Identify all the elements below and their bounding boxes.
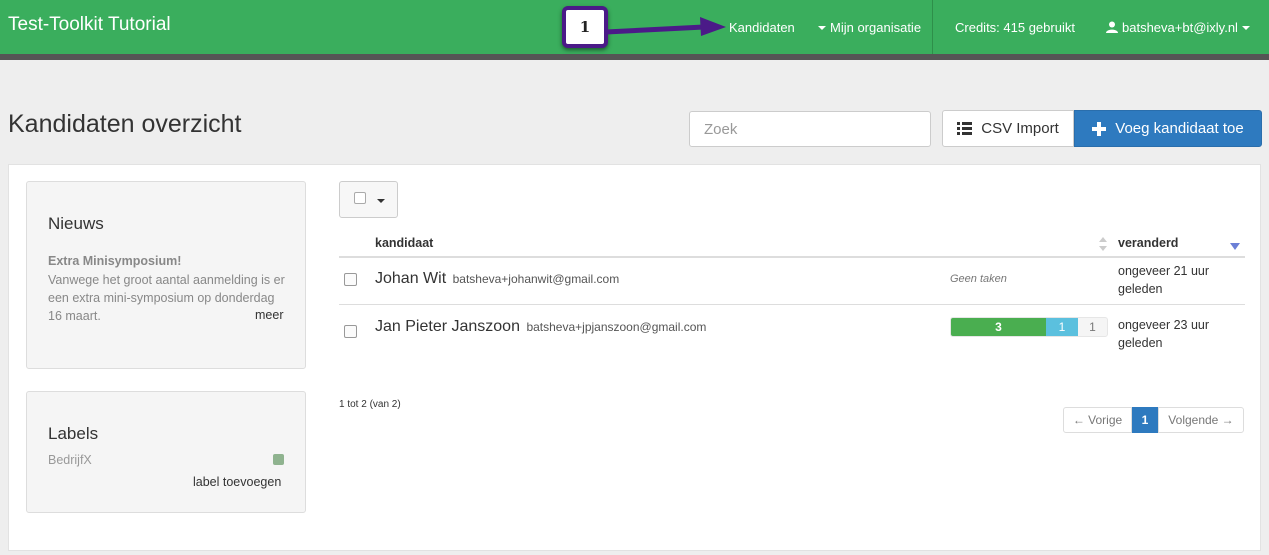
- plus-icon: [1092, 121, 1107, 136]
- brand-title[interactable]: Test-Toolkit Tutorial: [8, 14, 171, 36]
- labels-title: Labels: [48, 424, 99, 443]
- tasks-active-segment: 1: [1046, 318, 1078, 336]
- bulk-select-dropdown[interactable]: [339, 181, 398, 218]
- user-menu[interactable]: batsheva+bt@ixly.nl: [1106, 20, 1250, 35]
- csv-import-label: CSV Import: [981, 120, 1059, 137]
- user-email: batsheva+bt@ixly.nl: [1122, 20, 1238, 35]
- candidate-name[interactable]: Johan Wit: [375, 270, 446, 287]
- candidate-email: batsheva+jpjanszoon@gmail.com: [526, 320, 707, 334]
- tutorial-arrow-icon: [604, 17, 726, 36]
- nav-organisatie-label: Mijn organisatie: [830, 20, 922, 35]
- sort-desc-icon[interactable]: [1230, 243, 1240, 250]
- row-checkbox[interactable]: [344, 273, 357, 286]
- label-item[interactable]: BedrijfX: [48, 453, 92, 467]
- navbar-shadow-bar: [0, 54, 1269, 60]
- csv-import-button[interactable]: CSV Import: [942, 110, 1074, 147]
- nav-kandidaten[interactable]: Kandidaten: [729, 20, 795, 35]
- search-input[interactable]: [689, 111, 931, 147]
- candidate-name[interactable]: Jan Pieter Janszoon: [375, 318, 520, 335]
- caret-down-icon: [377, 199, 385, 203]
- news-card: Nieuws Extra Minisymposium! Vanwege het …: [26, 181, 306, 369]
- news-body: Vanwege het groot aantal aanmelding is e…: [48, 273, 285, 323]
- news-more-link[interactable]: meer: [255, 308, 283, 322]
- add-candidate-label: Voeg kandidaat toe: [1115, 120, 1244, 137]
- table-row[interactable]: Johan Wit batsheva+johanwit@gmail.com: [375, 270, 619, 288]
- caret-down-icon: [1241, 25, 1250, 30]
- add-candidate-button[interactable]: Voeg kandidaat toe: [1074, 110, 1262, 147]
- news-title: Nieuws: [48, 214, 104, 233]
- changed-time: ongeveer 23 uur geleden: [1118, 318, 1210, 350]
- caret-down-icon: [818, 25, 826, 30]
- user-icon: [1106, 21, 1118, 33]
- column-header-veranderd[interactable]: veranderd: [1118, 236, 1178, 250]
- table-header-divider: [339, 256, 1245, 258]
- pagination-prev[interactable]: ← Vorige: [1063, 407, 1132, 433]
- row-checkbox[interactable]: [344, 325, 357, 338]
- credits-info: Credits: 415 gebruikt: [955, 20, 1075, 35]
- candidate-email: batsheva+johanwit@gmail.com: [452, 272, 620, 286]
- no-tasks-text: Geen taken: [950, 273, 1007, 285]
- task-progress-bar[interactable]: 3 1 1: [950, 317, 1108, 337]
- list-icon: [957, 122, 973, 135]
- pagination-page-1[interactable]: 1: [1132, 407, 1158, 433]
- news-headline: Extra Minisymposium!: [48, 254, 182, 268]
- select-all-checkbox[interactable]: [354, 192, 366, 204]
- tasks-open-segment: 1: [1089, 320, 1096, 334]
- labels-card: Labels BedrijfX label toevoegen: [26, 391, 306, 513]
- pagination: ← Vorige 1 Volgende →: [1063, 407, 1244, 433]
- nav-mijn-organisatie[interactable]: Mijn organisatie: [818, 20, 921, 35]
- tutorial-step-badge: 1: [562, 6, 608, 48]
- row-divider: [339, 304, 1245, 305]
- page-title: Kandidaten overzicht: [8, 110, 242, 138]
- pagination-next[interactable]: Volgende →: [1158, 407, 1244, 433]
- tasks-done-segment: 3: [951, 318, 1046, 336]
- label-color-swatch: [273, 454, 284, 465]
- nav-divider: [932, 0, 933, 54]
- changed-time: ongeveer 21 uur geleden: [1118, 264, 1210, 296]
- table-row[interactable]: Jan Pieter Janszoon batsheva+jpjanszoon@…: [375, 318, 706, 336]
- column-header-kandidaat[interactable]: kandidaat: [375, 236, 433, 250]
- sort-icon[interactable]: [1098, 236, 1108, 252]
- result-count: 1 tot 2 (van 2): [339, 399, 401, 410]
- add-label-link[interactable]: label toevoegen: [193, 475, 281, 489]
